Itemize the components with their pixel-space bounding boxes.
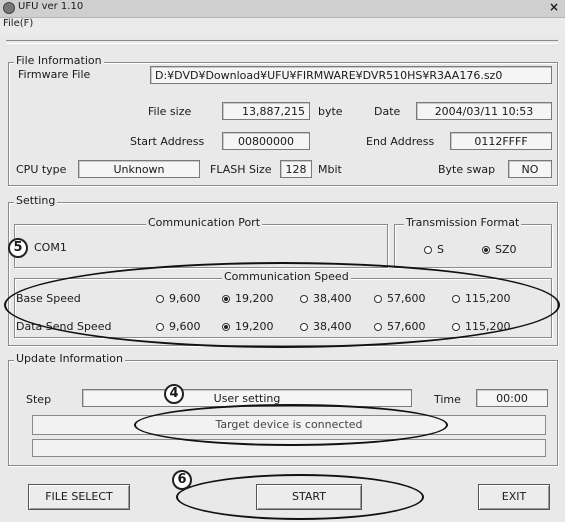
communication-port-legend: Communication Port bbox=[146, 216, 263, 229]
radio-s bbox=[424, 245, 432, 254]
status-callout-ellipse bbox=[134, 404, 448, 446]
window-title: UFU ver 1.10 bbox=[18, 1, 84, 12]
file-size-label: File size bbox=[148, 105, 192, 118]
file-select-button[interactable]: FILE SELECT bbox=[28, 484, 130, 510]
start-callout-ellipse bbox=[176, 474, 424, 520]
divider bbox=[6, 40, 558, 44]
tx-format-sz0-label: SZ0 bbox=[495, 243, 517, 256]
cpu-type-label: CPU type bbox=[16, 163, 67, 176]
start-address-label: Start Address bbox=[130, 135, 205, 148]
file-size-field: 13,887,215 bbox=[222, 102, 310, 120]
callout-5-badge: 5 bbox=[8, 238, 28, 258]
communication-port-group bbox=[14, 224, 388, 268]
firmware-file-field[interactable]: D:¥DVD¥Download¥UFU¥FIRMWARE¥DVR510HS¥R3… bbox=[150, 66, 552, 84]
flash-size-field: 128 bbox=[280, 160, 312, 178]
setting-legend: Setting bbox=[14, 194, 58, 207]
update-information-legend: Update Information bbox=[14, 352, 126, 365]
transmission-format-legend: Transmission Format bbox=[404, 216, 522, 229]
menu-bar bbox=[0, 18, 565, 34]
flash-size-unit: Mbit bbox=[318, 163, 342, 176]
transmission-format-group bbox=[394, 224, 552, 268]
menu-file[interactable]: File(F) bbox=[3, 18, 33, 29]
close-icon[interactable]: × bbox=[549, 0, 559, 14]
time-field: 00:00 bbox=[476, 389, 548, 407]
title-bar bbox=[0, 0, 565, 18]
tx-format-s-label: S bbox=[437, 243, 444, 256]
callout-6-badge: 6 bbox=[172, 470, 192, 490]
byte-swap-label: Byte swap bbox=[438, 163, 496, 176]
date-field: 2004/03/11 10:53 bbox=[416, 102, 552, 120]
app-icon bbox=[3, 2, 15, 14]
callout-4-badge: 4 bbox=[164, 384, 184, 404]
communication-port-value[interactable]: COM1 bbox=[34, 241, 67, 254]
file-information-legend: File Information bbox=[14, 54, 104, 67]
step-label: Step bbox=[26, 393, 52, 406]
start-address-field: 00800000 bbox=[222, 132, 310, 150]
exit-button[interactable]: EXIT bbox=[478, 484, 550, 510]
speed-callout-ellipse bbox=[4, 262, 560, 348]
date-label: Date bbox=[374, 105, 401, 118]
flash-size-label: FLASH Size bbox=[210, 163, 272, 176]
end-address-field: 0112FFFF bbox=[450, 132, 552, 150]
tx-format-s-radio[interactable]: S bbox=[424, 243, 444, 256]
cpu-type-field: Unknown bbox=[78, 160, 200, 178]
time-label: Time bbox=[434, 393, 461, 406]
byte-swap-field: NO bbox=[508, 160, 552, 178]
radio-sz0 bbox=[482, 245, 490, 254]
tx-format-sz0-radio[interactable]: SZ0 bbox=[482, 243, 517, 256]
file-size-unit: byte bbox=[318, 105, 343, 118]
firmware-file-label: Firmware File bbox=[18, 68, 91, 81]
end-address-label: End Address bbox=[366, 135, 435, 148]
